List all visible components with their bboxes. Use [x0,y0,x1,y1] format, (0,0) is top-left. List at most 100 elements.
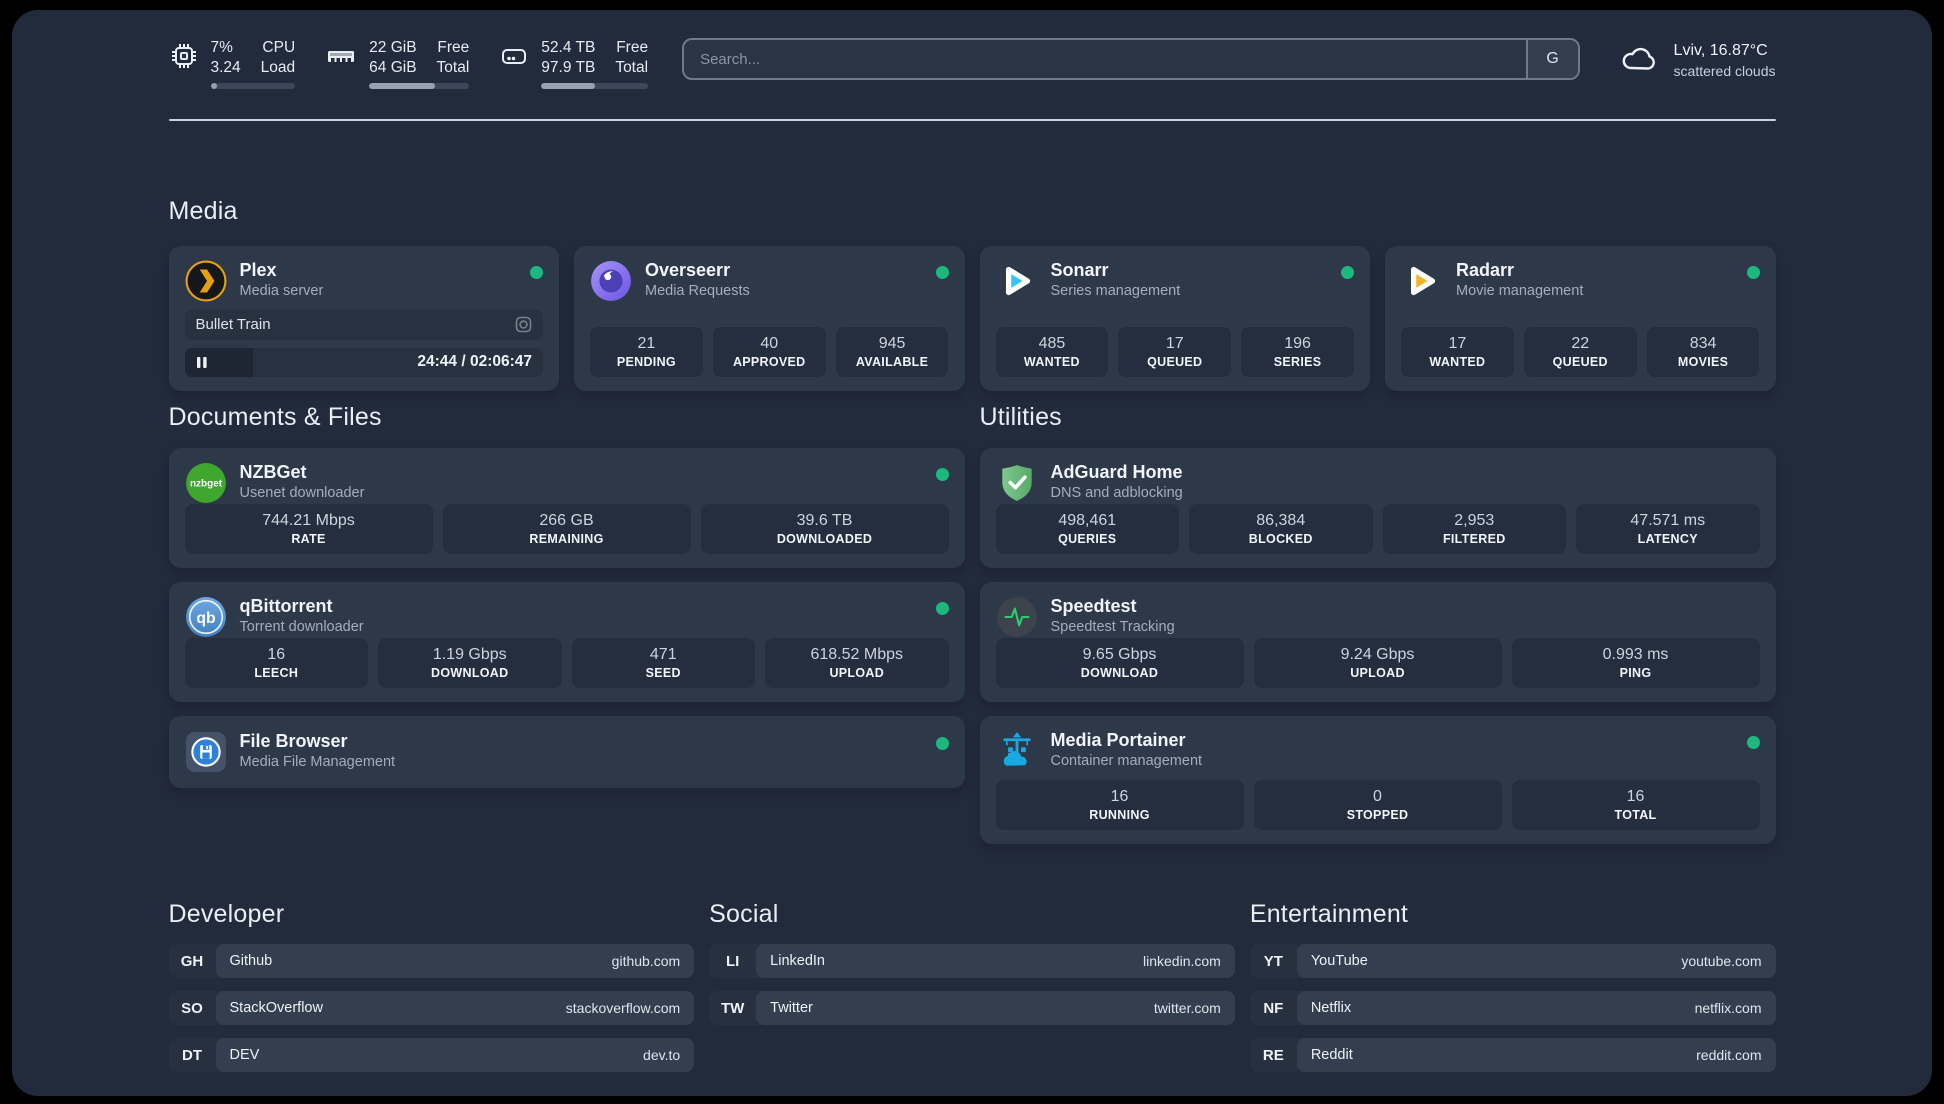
stat-series: 196 SERIES [1241,327,1354,377]
link-name: Netflix [1310,1000,1352,1016]
disk-free-label: Free [616,39,649,56]
link-name: LinkedIn [770,953,825,969]
now-playing-row: Bullet Train [184,310,543,340]
status-dot [1746,266,1760,279]
status-dot [1746,736,1760,749]
cpu-progress-bar [210,83,296,89]
app-subtitle: Movie management [1456,283,1584,299]
link-linkedin[interactable]: LI LinkedIn linkedin.com [709,944,1235,978]
stat-available: 945 AVAILABLE [835,327,949,377]
disk-total-label: Total [615,59,649,76]
link-dev[interactable]: DT DEV dev.to [168,1038,695,1072]
link-twitter[interactable]: TW Twitter twitter.com [709,991,1235,1025]
app-title: qBittorrent [239,596,333,616]
svg-text:qb: qb [196,610,215,627]
stat-ping: 0.993 ms PING [1511,638,1760,688]
search-input[interactable] [684,40,1526,78]
disk-icon [499,41,529,76]
stat-queries: 498,461 QUERIES [995,504,1179,554]
sonarr-icon [996,260,1038,302]
link-url: netflix.com [1694,1000,1762,1016]
link-abbr: DT [182,1046,202,1064]
topbar-divider [168,119,1776,121]
portainer-icon [996,730,1038,772]
cpu-icon [169,41,199,76]
stat-total: 16 TOTAL [1511,780,1760,830]
app-card-overseerr[interactable]: Overseerr Media Requests 21 PENDING 40 APP… [574,246,965,391]
playback-progress-row[interactable]: 24:44 / 02:06:47 [184,347,543,377]
memory-free-label: Free [437,39,470,56]
link-abbr: TW [720,999,745,1017]
link-name: Twitter [770,1000,813,1016]
stat-downloaded: 39.6 TB DOWNLOADED [700,504,949,554]
stat-running: 16 RUNNING [995,780,1244,830]
session-icon [515,316,532,333]
app-card-speedtest[interactable]: Speedtest Speedtest Tracking 9.65 Gbps DO… [979,582,1776,702]
system-stats: 7% 3.24 CPU Load 22 GiB 64 GiB Free Tota… [169,38,649,89]
link-youtube[interactable]: YT YouTube youtube.com [1249,944,1776,978]
app-subtitle: Media server [239,283,324,299]
app-subtitle: Series management [1050,283,1181,299]
weather-location: Lviv, 16.87°C [1673,41,1768,59]
cpu-usage-label: CPU [262,39,296,56]
link-url: github.com [611,953,681,969]
app-subtitle: Media File Management [239,754,396,770]
link-stackoverflow[interactable]: SO StackOverflow stackoverflow.com [168,991,695,1025]
link-name: YouTube [1310,953,1368,969]
app-card-sonarr[interactable]: Sonarr Series management 485 WANTED 17 QUE… [979,246,1370,391]
app-subtitle: Speedtest Tracking [1050,619,1175,635]
app-card-qbittorrent[interactable]: qb qBittorrent Torrent downloader 16 LEEC… [168,582,965,702]
disk-free-value: 52.4 TB [541,39,596,56]
app-subtitle: Torrent downloader [239,619,364,635]
stat-pending: 21 PENDING [590,327,703,377]
app-card-radarr[interactable]: Radarr Movie management 17 WANTED 22 QUEUE… [1385,246,1776,391]
stat-upload: 9.24 Gbps UPLOAD [1253,638,1502,688]
stat-stopped: 0 STOPPED [1253,780,1502,830]
disk-widget: 52.4 TB 97.9 TB Free Total [499,38,649,89]
memory-total-label: Total [436,59,470,76]
link-reddit[interactable]: RE Reddit reddit.com [1249,1038,1776,1072]
link-url: youtube.com [1681,953,1762,969]
dashboard: 7% 3.24 CPU Load 22 GiB 64 GiB Free Tota… [12,10,1932,1096]
stat-download: 9.65 Gbps DOWNLOAD [995,638,1244,688]
section-title-social: Social [709,900,779,928]
stat-filtered: 2,953 FILTERED [1382,504,1566,554]
status-dot [935,468,949,481]
cpu-widget: 7% 3.24 CPU Load [169,38,296,89]
section-title-documents: Documents & Files [168,403,382,431]
app-title: Sonarr [1050,260,1109,280]
app-title: Plex [239,260,277,280]
cpu-load-value: 3.24 [210,59,241,76]
stat-wanted: 485 WANTED [995,327,1109,377]
memory-progress-bar [369,83,470,89]
link-netflix[interactable]: NF Netflix netflix.com [1249,991,1776,1025]
app-subtitle: Usenet downloader [239,485,365,501]
link-abbr: LI [725,952,740,970]
stat-download: 1.19 Gbps DOWNLOAD [378,638,562,688]
app-title: Overseerr [645,260,731,280]
app-card-portainer[interactable]: Media Portainer Container management 16 R… [979,716,1776,844]
link-github[interactable]: GH Github github.com [168,944,695,978]
search-engine-button[interactable]: G [1525,40,1578,78]
app-title: Media Portainer [1050,730,1186,750]
qbittorrent-icon: qb [185,596,227,638]
app-title: Speedtest [1050,596,1137,616]
section-title-entertainment: Entertainment [1249,900,1409,928]
app-subtitle: DNS and adblocking [1050,485,1183,501]
stat-rate: 744.21 Mbps RATE [184,504,433,554]
filebrowser-icon [185,731,227,773]
app-card-adguard[interactable]: AdGuard Home DNS and adblocking 498,461 Q… [979,448,1776,568]
app-card-plex[interactable]: Plex Media server Bullet Train 24:44 / 0… [168,246,559,391]
app-card-nzbget[interactable]: nzbget NZBGet Usenet downloader 744.21 M… [168,448,965,568]
status-dot [935,266,949,279]
svg-text:nzbget: nzbget [189,479,222,490]
weather-widget: Lviv, 16.87°C scattered clouds [1618,38,1776,83]
link-group-social: Social LI LinkedIn linkedin.com TW Twitt… [709,900,1235,1072]
top-bar: 7% 3.24 CPU Load 22 GiB 64 GiB Free Tota… [169,38,1776,89]
app-card-filebrowser[interactable]: File Browser Media File Management [168,716,965,788]
section-title-utilities: Utilities [979,403,1062,431]
speedtest-icon [996,596,1038,638]
status-dot [1341,266,1354,279]
pause-icon[interactable] [196,356,208,369]
stat-movies: 834 MOVIES [1646,327,1760,377]
